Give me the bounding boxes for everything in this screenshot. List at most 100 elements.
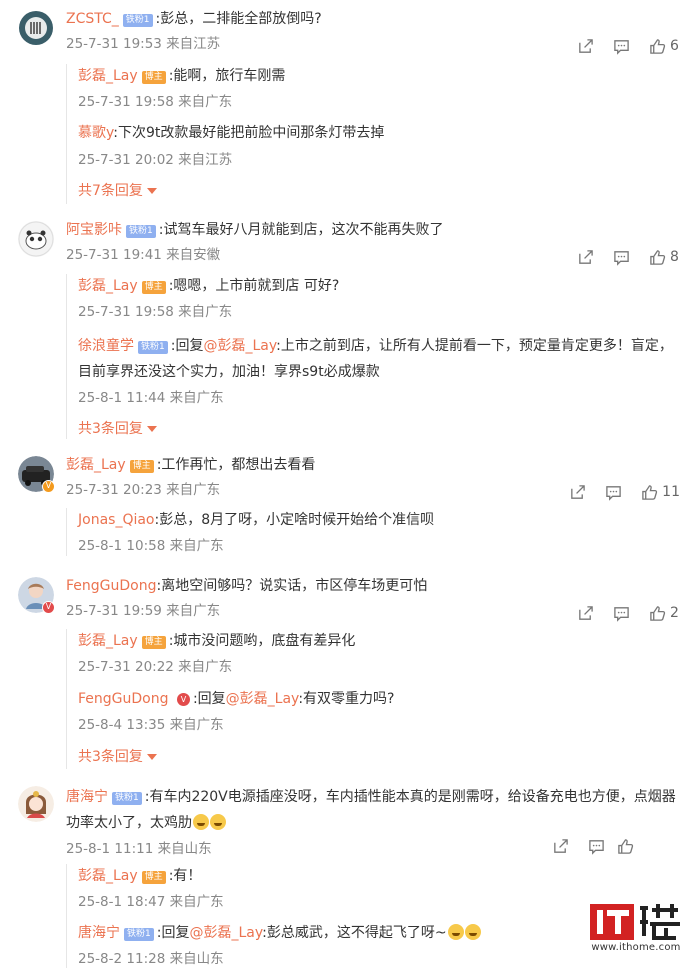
- fan-badge: 铁粉1: [122, 14, 153, 27]
- like-icon: [642, 484, 658, 500]
- reply-meta: 25-7-31 19:58 来自广东: [78, 94, 233, 110]
- emoji-icon: [447, 924, 464, 940]
- more-replies-label: 共7条回复: [78, 183, 143, 199]
- comment-button[interactable]: [603, 603, 639, 623]
- like-button[interactable]: 2: [639, 603, 680, 623]
- comment-button[interactable]: [595, 482, 631, 502]
- comment-actions: 6: [567, 36, 680, 56]
- reply-list: 彭磊_Lay 博主:能啊，旅行车刚需 25-7-31 19:58 来自广东 慕歌y…: [66, 66, 680, 201]
- reply-meta: 25-8-1 11:44 来自广东: [78, 390, 224, 406]
- reply-prefix: :回复: [192, 691, 226, 707]
- avatar[interactable]: [18, 221, 54, 257]
- mention-link[interactable]: @彭磊_Lay: [189, 925, 262, 941]
- reply-author[interactable]: 徐浪童学: [78, 338, 134, 354]
- comment-thread: V FengGuDong:离地空间够吗？说实话，市区停车场更可怕 25-7-31…: [0, 575, 694, 623]
- more-replies-link[interactable]: 共3条回复: [66, 419, 680, 439]
- share-icon: [578, 249, 593, 264]
- comment-button[interactable]: [603, 36, 639, 56]
- host-badge: 博主: [141, 281, 166, 294]
- verified-icon: V: [42, 601, 55, 614]
- emoji-icon: [464, 924, 481, 940]
- chevron-down-icon: [146, 754, 157, 760]
- host-badge: 博主: [141, 871, 166, 884]
- reply-item: 彭磊_Lay 博主:城市没问题哟，底盘有差异化 25-7-31 20:22 来自广…: [66, 631, 680, 676]
- reply-text: :下次9t改款最好能把前脸中间那条灯带去掉: [113, 125, 385, 141]
- more-replies-link[interactable]: 共3条回复: [66, 747, 680, 767]
- reply-item: 慕歌y:下次9t改款最好能把前脸中间那条灯带去掉 25-7-31 20:02 来…: [66, 123, 680, 169]
- verified-icon: V: [42, 480, 55, 493]
- share-icon: [570, 484, 585, 499]
- reply-item: 彭磊_Lay 博主:嗯嗯，上市前就到店 可好? 25-7-31 19:58 来自广…: [66, 276, 680, 321]
- more-replies-label: 共3条回复: [78, 749, 143, 765]
- ithome-watermark: www.ithome.com: [588, 900, 684, 953]
- share-button[interactable]: [567, 603, 603, 623]
- comment-text: :离地空间够吗？说实话，市区停车场更可怕: [156, 578, 428, 594]
- reply-item: 徐浪童学 铁粉1:回复@彭磊_Lay:上市之前到店，让所有人提前看一下，预定量肯定…: [66, 333, 680, 407]
- reply-item: FengGuDong V:回复@彭磊_Lay:有双零重力吗? 25-8-4 13…: [66, 689, 680, 734]
- reply-text: :城市没问题哟，底盘有差异化: [168, 633, 356, 649]
- comment-text: :试驾车最好八月就能到店，这次不能再失败了: [158, 222, 444, 238]
- comment-text: :有车内220V电源插座没呀，车内插性能本真的是刚需呀，给设备充电也方便，点烟器…: [66, 789, 676, 831]
- comment-author[interactable]: 彭磊_Lay: [66, 457, 126, 473]
- reply-meta: 25-7-31 20:22 来自广东: [78, 659, 233, 675]
- fan-badge: 铁粉1: [138, 341, 168, 354]
- comment-button[interactable]: [603, 247, 639, 267]
- comment-button[interactable]: [578, 836, 614, 856]
- like-count: 11: [662, 484, 680, 500]
- reply-author[interactable]: 唐海宁: [78, 925, 120, 941]
- reply-list: 彭磊_Lay 博主:城市没问题哟，底盘有差异化 25-7-31 20:22 来自广…: [66, 631, 680, 767]
- watermark-url: www.ithome.com: [591, 942, 681, 953]
- red-v-badge: V: [176, 693, 190, 706]
- reply-item: 彭磊_Lay 博主:有！ 25-8-1 18:47 来自广东: [66, 866, 586, 911]
- reply-text: :彭总，8月了呀，小定啥时候开始给个准信呗: [154, 512, 435, 528]
- comment-thread: 阿宝影咔 铁粉1:试驾车最好八月就能到店，这次不能再失败了 25-7-31 19:…: [0, 219, 694, 267]
- mention-link[interactable]: @彭磊_Lay: [203, 338, 276, 354]
- reply-author[interactable]: 彭磊_Lay: [78, 868, 138, 884]
- reply-author[interactable]: Jonas_Qiao: [78, 512, 155, 528]
- like-count: 8: [670, 249, 679, 265]
- reply-text: :嗯嗯，上市前就到店 可好?: [168, 278, 340, 294]
- comment-author[interactable]: ZCSTC_: [66, 11, 119, 27]
- share-icon: [578, 38, 593, 53]
- avatar[interactable]: [18, 10, 54, 46]
- like-button[interactable]: 8: [639, 247, 680, 267]
- reply-author[interactable]: FengGuDong: [78, 691, 169, 707]
- comment-author[interactable]: 阿宝影咔: [66, 222, 122, 238]
- reply-list: 彭磊_Lay 博主:嗯嗯，上市前就到店 可好? 25-7-31 19:58 来自广…: [66, 276, 680, 439]
- comment-author[interactable]: FengGuDong: [66, 578, 157, 594]
- reply-author[interactable]: 彭磊_Lay: [78, 633, 138, 649]
- comment-actions: [542, 836, 650, 856]
- reply-meta: 25-8-1 10:58 来自广东: [78, 538, 224, 554]
- comment-actions: 2: [567, 603, 680, 623]
- comment-text: :工作再忙，都想出去看看: [156, 457, 316, 473]
- share-button[interactable]: [567, 36, 603, 56]
- reply-author[interactable]: 彭磊_Lay: [78, 68, 138, 84]
- comment-icon: [613, 606, 629, 622]
- like-button[interactable]: 6: [639, 36, 680, 56]
- like-icon: [617, 838, 633, 854]
- reply-prefix: :回复: [170, 338, 204, 354]
- host-badge: 博主: [141, 636, 166, 649]
- more-replies-label: 共3条回复: [78, 421, 143, 437]
- share-button[interactable]: [542, 836, 578, 856]
- ithome-logo: [588, 900, 684, 940]
- more-replies-link[interactable]: 共7条回复: [66, 181, 680, 201]
- host-badge: 博主: [129, 460, 154, 473]
- reply-text: :有双零重力吗?: [298, 691, 395, 707]
- share-button[interactable]: [559, 482, 595, 502]
- comment-icon: [605, 485, 621, 501]
- comment-author[interactable]: 唐海宁: [66, 789, 108, 805]
- comment-actions: 8: [567, 247, 680, 267]
- reply-item: 唐海宁 铁粉1:回复@彭磊_Lay:彭总威武，这不得起飞了呀~ 25-8-2 11…: [66, 923, 586, 968]
- share-button[interactable]: [567, 247, 603, 267]
- reply-author[interactable]: 慕歌y: [78, 125, 113, 141]
- like-button[interactable]: [614, 836, 650, 856]
- like-button[interactable]: 11: [631, 482, 680, 502]
- emoji-icon: [193, 814, 209, 830]
- mention-link[interactable]: @彭磊_Lay: [226, 691, 299, 707]
- reply-author[interactable]: 彭磊_Lay: [78, 278, 138, 294]
- fan-badge: 铁粉1: [126, 225, 156, 238]
- comment-icon: [588, 839, 604, 855]
- reply-item: Jonas_Qiao:彭总，8月了呀，小定啥时候开始给个准信呗 25-8-1 1…: [66, 510, 680, 555]
- avatar[interactable]: [18, 786, 54, 822]
